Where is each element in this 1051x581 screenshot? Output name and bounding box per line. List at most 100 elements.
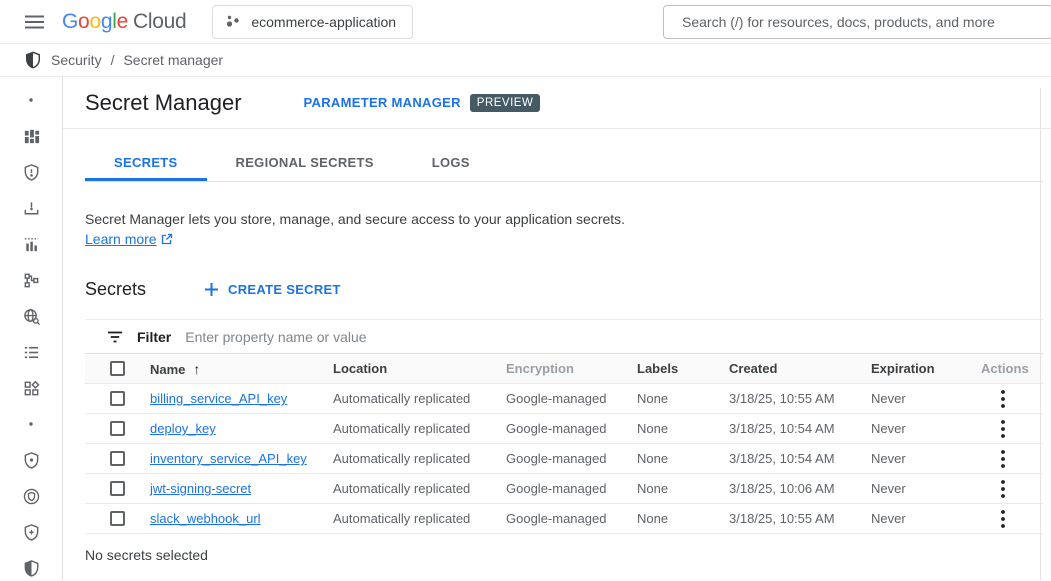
created-cell: 3/18/25, 10:54 AM (729, 451, 871, 466)
secret-name-link[interactable]: jwt-signing-secret (150, 481, 251, 496)
row-checkbox[interactable] (110, 391, 125, 406)
more-vert-icon (1001, 420, 1005, 438)
breadcrumb: Security / Secret manager (0, 44, 1051, 77)
encryption-cell: Google-managed (506, 391, 637, 406)
table-row: inventory_service_API_key Automatically … (85, 444, 1043, 474)
expiration-cell: Never (871, 391, 981, 406)
location-cell: Automatically replicated (333, 421, 506, 436)
column-header-encryption: Encryption (506, 361, 637, 376)
selection-status: No secrets selected (85, 547, 1051, 563)
row-actions-button[interactable] (991, 507, 1015, 531)
row-checkbox[interactable] (110, 421, 125, 436)
sidebar-item-globe-search[interactable] (0, 298, 62, 334)
create-secret-button[interactable]: CREATE SECRET (194, 276, 351, 303)
learn-more-label: Learn more (85, 229, 157, 249)
breadcrumb-separator: / (111, 52, 115, 68)
project-name: ecommerce-application (251, 14, 396, 30)
row-checkbox[interactable] (110, 451, 125, 466)
search-bar[interactable] (663, 5, 1051, 39)
labels-cell: None (637, 391, 729, 406)
sort-ascending-icon: ↑ (193, 361, 200, 377)
learn-more-link[interactable]: Learn more (85, 229, 173, 249)
location-cell: Automatically replicated (333, 511, 506, 526)
location-cell: Automatically replicated (333, 481, 506, 496)
encryption-cell: Google-managed (506, 511, 637, 526)
sidebar-item-dashboard[interactable] (0, 118, 62, 154)
breadcrumb-section[interactable]: Security (51, 52, 102, 68)
row-actions-button[interactable] (991, 417, 1015, 441)
shield-plus-icon (22, 523, 41, 542)
logo-cloud-text: Cloud (133, 10, 186, 34)
menu-button[interactable] (14, 2, 54, 42)
sidebar-item-shield-dot[interactable] (0, 442, 62, 478)
sidebar-item-list[interactable] (0, 334, 62, 370)
column-header-name[interactable]: Name↑ (150, 361, 333, 377)
labels-cell: None (637, 481, 729, 496)
table-body: billing_service_API_key Automatically re… (85, 384, 1043, 534)
sidebar-item-network-topology[interactable] (0, 262, 62, 298)
logo-letter: o (78, 10, 89, 33)
row-actions-button[interactable] (991, 387, 1015, 411)
plus-icon (204, 282, 219, 297)
sidebar-item-compliance[interactable] (0, 478, 62, 514)
sidebar-item-dot-1[interactable] (0, 82, 62, 118)
sidebar-item-shield-half[interactable] (0, 550, 62, 581)
create-secret-label: CREATE SECRET (228, 282, 341, 297)
secret-name-link[interactable]: slack_webhook_url (150, 511, 261, 526)
sidebar-item-bar-chart[interactable] (0, 226, 62, 262)
table-header-row: Name↑ Location Encryption Labels Created… (85, 354, 1043, 384)
row-checkbox[interactable] (110, 511, 125, 526)
page-header: Secret Manager PARAMETER MANAGER PREVIEW (63, 77, 1051, 129)
more-vert-icon (1001, 480, 1005, 498)
project-icon (225, 14, 241, 30)
expiration-cell: Never (871, 511, 981, 526)
expiration-cell: Never (871, 421, 981, 436)
column-header-expiration[interactable]: Expiration (871, 361, 981, 376)
labels-cell: None (637, 451, 729, 466)
page-title: Secret Manager (85, 90, 242, 116)
sidebar-item-dot-2[interactable] (0, 406, 62, 442)
row-checkbox[interactable] (110, 481, 125, 496)
table-row: jwt-signing-secret Automatically replica… (85, 474, 1043, 504)
secret-name-link[interactable]: billing_service_API_key (150, 391, 287, 406)
location-cell: Automatically replicated (333, 391, 506, 406)
secrets-table: Filter Name↑ Location Encryption Labels … (85, 319, 1043, 534)
column-header-actions: Actions (981, 361, 1043, 376)
created-cell: 3/18/25, 10:55 AM (729, 511, 871, 526)
column-header-location[interactable]: Location (333, 361, 506, 376)
inbox-tray-icon (22, 199, 41, 218)
column-header-labels[interactable]: Labels (637, 361, 729, 376)
select-all-checkbox[interactable] (110, 361, 125, 376)
search-input[interactable] (682, 14, 1040, 30)
google-cloud-logo[interactable]: Google Cloud (62, 10, 186, 34)
row-actions-button[interactable] (991, 477, 1015, 501)
top-bar: Google Cloud ecommerce-application (0, 0, 1051, 44)
more-vert-icon (1001, 510, 1005, 528)
filter-bar[interactable]: Filter (85, 319, 1043, 354)
project-selector[interactable]: ecommerce-application (212, 5, 413, 39)
sidebar-item-extensions[interactable] (0, 370, 62, 406)
hamburger-icon (25, 15, 44, 29)
extensions-icon (22, 379, 41, 398)
globe-search-icon (22, 307, 41, 326)
list-icon (22, 343, 41, 362)
shield-alert-icon (22, 163, 41, 182)
sidebar-item-shield-alert[interactable] (0, 154, 62, 190)
column-header-created[interactable]: Created (729, 361, 871, 376)
secret-name-link[interactable]: inventory_service_API_key (150, 451, 307, 466)
row-actions-button[interactable] (991, 447, 1015, 471)
breadcrumb-page: Secret manager (123, 52, 223, 68)
labels-cell: None (637, 421, 729, 436)
tab-regional-secrets[interactable]: REGIONAL SECRETS (207, 146, 403, 181)
tab-secrets[interactable]: SECRETS (85, 146, 207, 181)
tab-logs[interactable]: LOGS (403, 146, 499, 181)
filter-icon (107, 330, 123, 344)
sidebar-item-inbox-tray[interactable] (0, 190, 62, 226)
created-cell: 3/18/25, 10:54 AM (729, 421, 871, 436)
filter-input[interactable] (185, 329, 1043, 345)
secret-name-link[interactable]: deploy_key (150, 421, 216, 436)
parameter-manager-link[interactable]: PARAMETER MANAGER (304, 95, 461, 110)
tab-bar: SECRETS REGIONAL SECRETS LOGS (85, 146, 1043, 182)
sidebar-item-shield-plus[interactable] (0, 514, 62, 550)
dot-icon (21, 414, 41, 434)
